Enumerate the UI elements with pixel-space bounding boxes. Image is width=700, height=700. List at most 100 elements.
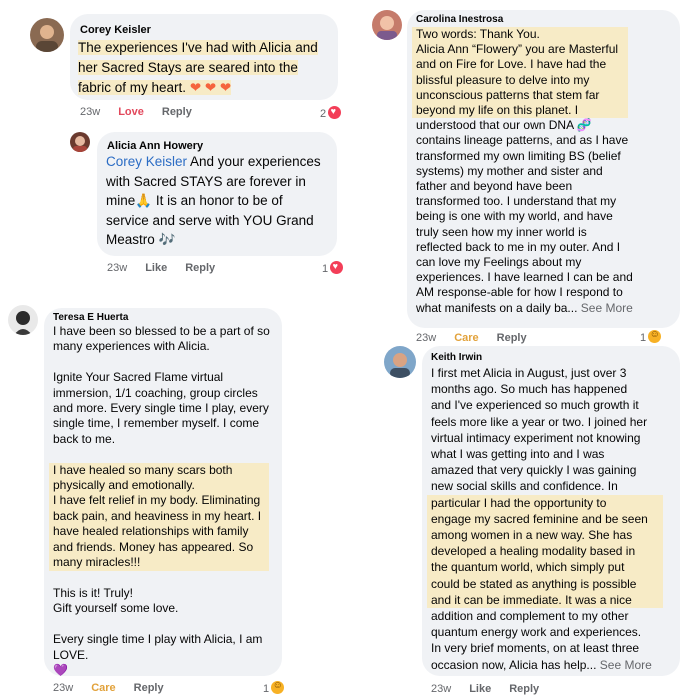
care-reaction-button[interactable]: Care (91, 682, 115, 694)
comment-line: back pain, and heaviness in my heart. I (49, 508, 269, 525)
avatar[interactable] (70, 132, 90, 152)
comment-line: developed a healing modality based in (427, 543, 663, 560)
comment-line: Every single time I play with Alicia, I … (53, 632, 263, 647)
comment-line: among women in a new way. She has (427, 527, 663, 544)
like-button[interactable]: Like (145, 262, 167, 274)
comment-line: new social skills and confidence. In (431, 479, 618, 494)
care-icon (648, 329, 662, 343)
comment-line: physically and emotionally. (49, 478, 269, 494)
comment-line: and more. Every single time I play, ever… (53, 401, 269, 416)
comment-line: I have felt relief in my body. Eliminati… (49, 493, 269, 509)
timestamp: 23w (431, 683, 452, 695)
comment-line: the quantum world, which simply put (427, 559, 663, 576)
comment-line: And your experiences (187, 154, 321, 169)
comment-line: many miracles!!! (49, 555, 269, 571)
comment-line: truly seen how my inner world is (416, 224, 587, 239)
comment-line: immersion, 1/1 coaching, group circles (53, 385, 258, 400)
comment-line: LOVE. (53, 647, 89, 662)
reaction-summary[interactable]: 1 (322, 261, 344, 275)
see-more-link[interactable]: See More (581, 301, 633, 315)
comment-line: and it can be immediate. It was a nice (427, 591, 663, 609)
comment-line: amazed that very quickly I was gaining (431, 463, 637, 478)
avatar[interactable] (372, 10, 402, 40)
reply-button[interactable]: Reply (134, 682, 164, 694)
care-icon (271, 680, 285, 694)
comment-line: Two words: Thank You. (412, 27, 628, 43)
author-name[interactable]: Carolina Inestrosa (416, 14, 503, 25)
comment-line: beyond my life on this planet. I (412, 103, 628, 119)
avatar[interactable] (8, 305, 38, 335)
comment-line: can love my Feelings about my (416, 255, 582, 270)
comment-line: unconscious patterns that stem far (412, 87, 628, 104)
comment-line: I have healed so many scars both (49, 462, 269, 479)
author-name[interactable]: Corey Keisler (80, 24, 151, 36)
reaction-count: 1 (640, 332, 647, 344)
comment-text: Corey Keisler And your experiences with … (106, 152, 321, 250)
comment-line: mine🙏 It is an honor to be of (106, 193, 283, 208)
comment-line: reflected back to me in my outer. And I (416, 239, 621, 254)
comment-line: with Sacred STAYS are forever in (106, 173, 306, 189)
comment-line: and friends. Money has appeared. So (49, 539, 269, 556)
comment-line: Meastro 🎶 (106, 232, 176, 247)
comment-line: feels more like a year or two. I joined … (431, 414, 648, 429)
comment-line: transformed too. I understand that my (416, 194, 617, 209)
comment-line: addition and complement to my other (431, 609, 629, 624)
reply-button[interactable]: Reply (497, 332, 527, 344)
comment-line: quantum energy work and experiences. (431, 625, 642, 640)
purple-heart-icon: 💜 (53, 662, 68, 677)
comment-text: I have been so blessed to be a part of s… (49, 324, 270, 678)
comment-line: and on Fire for Love. I have had the (412, 57, 628, 73)
heart-emoji-icon: ❤ ❤ ❤ (189, 80, 232, 95)
comment-line (53, 355, 270, 370)
care-reaction-button[interactable]: Care (454, 332, 478, 344)
comment-line: what I was getting into and I was (431, 447, 605, 462)
comment-line: The experiences I've had with Alicia and (78, 40, 318, 55)
mention-link[interactable]: Corey Keisler (106, 154, 187, 169)
comment-line: In very brief moments, on at least three (431, 641, 640, 656)
see-more-link[interactable]: See More (600, 658, 652, 672)
author-name[interactable]: Keith Irwin (431, 352, 482, 363)
comment-line: Alicia Ann “Flowery” you are Masterful (412, 42, 628, 58)
like-button[interactable]: Like (469, 683, 491, 695)
love-reaction-button[interactable]: Love (118, 106, 144, 118)
timestamp: 23w (416, 332, 437, 344)
comment-line: transformed my own limiting BS (belief (416, 148, 621, 163)
avatar[interactable] (384, 346, 416, 378)
reaction-summary[interactable]: 1 (263, 680, 285, 695)
comment-line: months ago. So much has happened (431, 382, 628, 397)
comment-line: I first met Alicia in August, just over … (431, 366, 627, 380)
reaction-count: 2 (320, 108, 327, 120)
author-name[interactable]: Alicia Ann Howery (107, 140, 203, 152)
comment-line (53, 447, 270, 462)
reply-button[interactable]: Reply (185, 262, 215, 274)
comment-line: what manifests on a daily ba... (416, 300, 578, 315)
comment-actions: 23w Like Reply (431, 683, 557, 695)
comment-line: occasion now, Alicia has help... (431, 657, 597, 672)
comment-text: The experiences I've had with Alicia and… (78, 38, 318, 98)
comment-line (53, 571, 270, 586)
comment-line: being is one with my world, and have (416, 209, 613, 224)
comment-line: virtual intimacy experiment not knowing (431, 430, 641, 445)
avatar[interactable] (30, 18, 64, 52)
comment-line: have healed relationships with family (49, 524, 269, 540)
comment-line: single time, I remember myself. I come (53, 416, 260, 431)
reaction-summary[interactable]: 2 (320, 106, 342, 120)
reaction-summary[interactable]: 1 (640, 329, 662, 344)
comment-line: I have been so blessed to be a part of s… (53, 324, 270, 338)
reply-button[interactable]: Reply (509, 683, 539, 695)
heart-icon (330, 261, 344, 274)
timestamp: 23w (80, 106, 101, 118)
comment-line: and I've experienced so much growth it (431, 398, 639, 413)
comment-line: could be stated as anything is possible (427, 575, 663, 592)
author-name[interactable]: Teresa E Huerta (53, 312, 128, 323)
comment-line (53, 617, 270, 632)
comment-line: father and beyond have been (416, 179, 573, 194)
comment-line: fabric of my heart. (78, 80, 187, 95)
reply-button[interactable]: Reply (162, 106, 192, 118)
comment-line: understood that our own DNA 🧬 (416, 118, 592, 133)
comment-line: blissful pleasure to delve into my (412, 72, 628, 88)
comment-line: Gift yourself some love. (53, 601, 179, 616)
comment-line: back to me. (53, 431, 116, 446)
timestamp: 23w (53, 682, 74, 694)
comment-text: Two words: Thank You. Alicia Ann “Flower… (412, 27, 633, 316)
